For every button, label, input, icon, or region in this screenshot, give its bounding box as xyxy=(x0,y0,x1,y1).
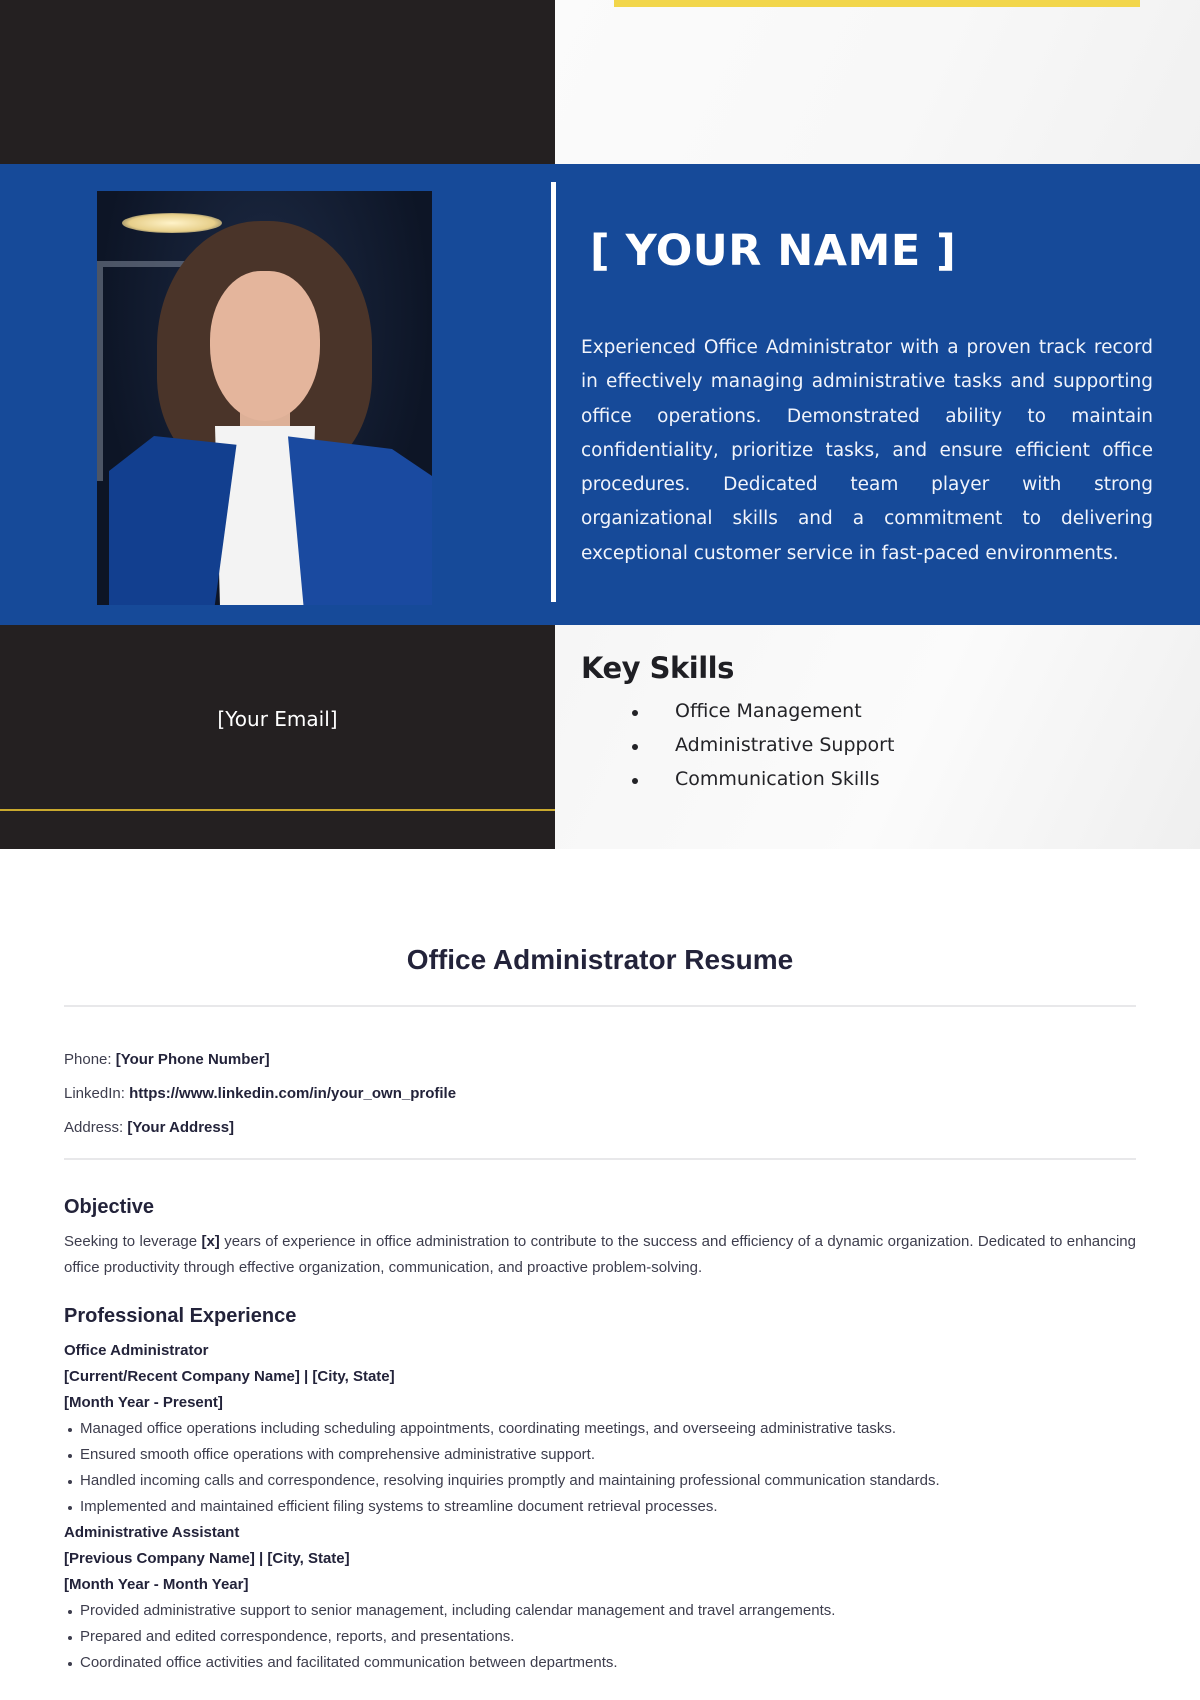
job-bullet: Ensured smooth office operations with co… xyxy=(64,1442,1136,1468)
job-bullet: Managed office operations including sche… xyxy=(64,1416,1136,1442)
candidate-name: [ YOUR NAME ] xyxy=(590,226,957,276)
objective-text: Seeking to leverage [x] years of experie… xyxy=(64,1233,1136,1276)
job-bullet: Prepared and edited correspondence, repo… xyxy=(64,1624,1136,1650)
skill-item: Office Management xyxy=(632,700,894,734)
job-bullet: Handled incoming calls and correspondenc… xyxy=(64,1468,1136,1494)
profile-photo xyxy=(97,191,432,605)
job-title: Office Administrator xyxy=(64,1342,209,1359)
divider xyxy=(64,1005,1136,1007)
light-header-panel xyxy=(555,0,1200,164)
profile-summary: Experienced Office Administrator with a … xyxy=(581,337,1153,564)
bullet-icon xyxy=(68,1636,72,1640)
job-company: [Current/Recent Company Name] | [City, S… xyxy=(64,1368,395,1385)
skills-list: Office Management Administrative Support… xyxy=(632,700,894,802)
bullet-icon xyxy=(68,1610,72,1614)
divider xyxy=(64,1158,1136,1160)
objective-heading: Objective xyxy=(64,1196,155,1218)
dark-contact-panel xyxy=(0,625,555,849)
bullet-icon xyxy=(632,744,638,750)
vertical-divider xyxy=(551,182,556,602)
job-bullet: Coordinated office activities and facili… xyxy=(64,1650,1136,1676)
skill-item: Communication Skills xyxy=(632,768,894,802)
key-skills-heading: Key Skills xyxy=(581,651,734,685)
contact-linkedin: LinkedIn: https://www.linkedin.com/in/yo… xyxy=(64,1085,457,1102)
bullet-icon xyxy=(68,1428,72,1432)
contact-info: Phone: [Your Phone Number] LinkedIn: htt… xyxy=(64,1043,1136,1145)
job-dates: [Month Year - Present] xyxy=(64,1394,223,1411)
resume-template-preview: [ YOUR NAME ] Experienced Office Adminis… xyxy=(0,0,1200,849)
experience-list: Office Administrator [Current/Recent Com… xyxy=(64,1338,1136,1676)
job-dates: [Month Year - Month Year] xyxy=(64,1576,249,1593)
job-bullet: Implemented and maintained efficient fil… xyxy=(64,1494,1136,1520)
experience-heading: Professional Experience xyxy=(64,1305,297,1327)
email-text: [Your Email] xyxy=(217,707,338,731)
bullet-icon xyxy=(632,778,638,784)
linkedin-link[interactable]: https://www.linkedin.com/in/your_own_pro… xyxy=(129,1085,456,1102)
document-title: Office Administrator Resume xyxy=(406,944,794,975)
bullet-icon xyxy=(68,1480,72,1484)
address-value: [Your Address] xyxy=(127,1119,235,1136)
contact-phone: Phone: [Your Phone Number] xyxy=(64,1051,270,1068)
skill-item: Administrative Support xyxy=(632,734,894,768)
lamp-shape xyxy=(122,213,222,233)
bullet-icon xyxy=(68,1506,72,1510)
gold-divider xyxy=(0,809,555,811)
resume-document: Office Administrator Resume Phone: [Your… xyxy=(64,940,1136,1676)
job-bullet: Provided administrative support to senio… xyxy=(64,1598,1136,1624)
bullet-icon xyxy=(632,710,638,716)
face-shape xyxy=(210,271,320,421)
contact-address: Address: [Your Address] xyxy=(64,1119,235,1136)
bullet-icon xyxy=(68,1454,72,1458)
dark-header-panel xyxy=(0,0,555,164)
job-title: Administrative Assistant xyxy=(64,1524,240,1541)
yellow-accent-bar xyxy=(614,0,1140,7)
phone-value: [Your Phone Number] xyxy=(115,1051,270,1068)
bullet-icon xyxy=(68,1662,72,1666)
job-company: [Previous Company Name] | [City, State] xyxy=(64,1550,350,1567)
